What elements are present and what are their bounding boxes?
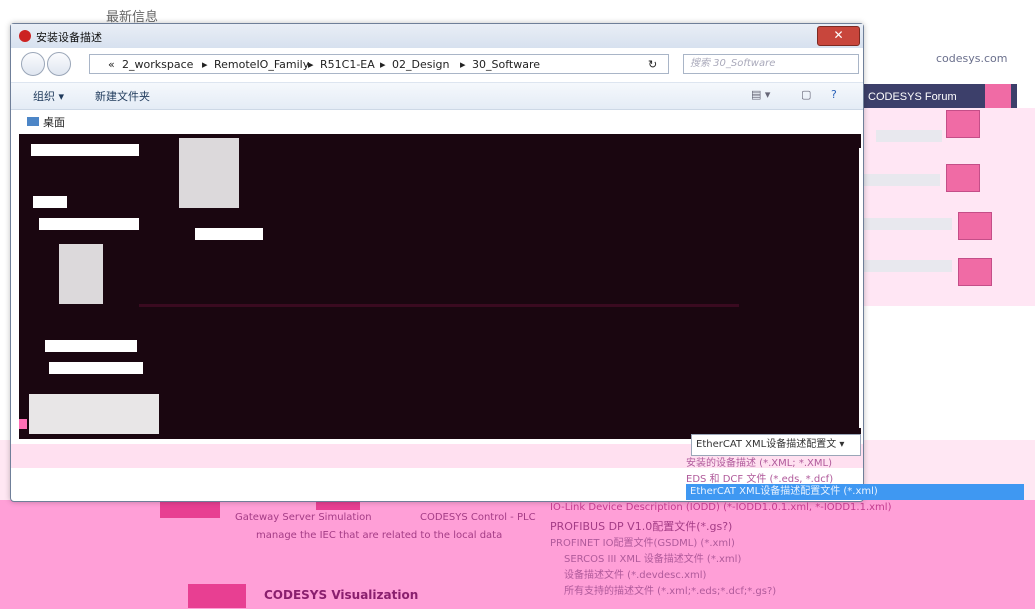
gateway-icon — [160, 502, 220, 518]
dropdown-option[interactable]: PROFIBUS DP V1.0配置文件(*.gs?) — [550, 518, 732, 534]
dropdown-option[interactable]: PROFINET IO配置文件(GSDML) (*.xml) — [550, 534, 735, 549]
visualization-title: CODESYS Visualization — [264, 588, 419, 602]
glitched-label — [876, 130, 942, 142]
glitched-label — [862, 218, 952, 230]
desktop-label: 桌面 — [43, 116, 65, 129]
breadcrumb-item[interactable]: 30_Software — [472, 58, 540, 71]
tile-icon[interactable] — [958, 258, 992, 286]
dropdown-option-selected[interactable]: EtherCAT XML设备描述配置文件 (*.xml) — [686, 484, 1024, 500]
install-device-description-dialog: 安装设备描述 ✕ « 2_workspace ▸ RemoteIO_Family… — [10, 23, 864, 502]
breadcrumb-separator: ▸ — [380, 58, 386, 71]
back-arrow-icon[interactable] — [21, 52, 45, 76]
file-list-pane[interactable] — [19, 134, 861, 439]
dialog-title: 安装设备描述 — [36, 31, 102, 44]
breadcrumb-separator: ▸ — [202, 58, 208, 71]
breadcrumb-overflow[interactable]: « — [108, 58, 115, 71]
app-icon — [19, 30, 31, 42]
glitch-line — [859, 148, 861, 428]
breadcrumb-separator: ▸ — [308, 58, 314, 71]
forward-arrow-icon[interactable] — [47, 52, 71, 76]
codesys-forum-link[interactable]: CODESYS Forum — [864, 84, 1017, 110]
glitch-block — [179, 138, 239, 208]
breadcrumb-separator: ▸ — [460, 58, 466, 71]
address-bar[interactable]: « 2_workspace ▸ RemoteIO_Family ▸ R51C1-… — [89, 54, 669, 74]
new-folder-button[interactable]: 新建文件夹 — [95, 88, 150, 104]
refresh-icon[interactable]: ↻ — [648, 58, 657, 71]
visualization-icon — [188, 584, 246, 608]
glitch-block — [19, 419, 27, 429]
glitch-block — [33, 196, 67, 208]
tile-icon[interactable] — [946, 164, 980, 192]
glitch-line — [139, 304, 739, 307]
dialog-toolbar: 组织 ▾ 新建文件夹 ▤ ▾ ▢ ? — [11, 82, 863, 110]
glitch-block — [29, 394, 159, 434]
breadcrumb-item[interactable]: R51C1-EA — [320, 58, 375, 71]
codesys-site-link[interactable]: codesys.com — [936, 52, 1008, 65]
dropdown-option[interactable]: 所有支持的描述文件 (*.xml;*.eds;*.dcf;*.gs?) — [564, 582, 776, 597]
preview-pane-icon[interactable]: ▢ — [801, 88, 811, 101]
dropdown-option[interactable]: EDS 和 DCF 文件 (*.eds, *.dcf) — [686, 470, 833, 485]
dropdown-option[interactable]: 安装的设备描述 (*.XML; *.XML) — [686, 454, 832, 469]
codesys-side-panel — [850, 108, 1035, 306]
glitch-block — [45, 340, 137, 352]
help-icon[interactable]: ? — [831, 88, 837, 101]
filetype-selected: EtherCAT XML设备描述配置文 ▾ — [696, 439, 845, 450]
organize-button[interactable]: 组织 ▾ — [33, 88, 64, 104]
desktop-icon — [27, 117, 39, 126]
view-options-icon[interactable]: ▤ ▾ — [751, 88, 770, 101]
dropdown-option[interactable]: SERCOS III XML 设备描述文件 (*.xml) — [564, 550, 741, 565]
breadcrumb-item[interactable]: 02_Design — [392, 58, 449, 71]
dropdown-option[interactable]: IO-Link Device Description (IODD) (*-IOD… — [550, 502, 891, 513]
filetype-dropdown: 安装的设备描述 (*.XML; *.XML) EDS 和 DCF 文件 (*.e… — [550, 452, 1026, 597]
breadcrumb-item[interactable]: 2_workspace — [122, 58, 193, 71]
glitched-label — [862, 260, 952, 272]
dialog-titlebar[interactable] — [11, 24, 863, 48]
search-input[interactable]: 搜索 30_Software — [683, 54, 859, 74]
gateway-text: Gateway Server Simulation — [235, 512, 372, 523]
glitch-block — [59, 244, 103, 304]
forum-label: CODESYS Forum — [868, 91, 957, 103]
selected-option-label: EtherCAT XML设备描述配置文件 (*.xml) — [690, 486, 878, 497]
glitch-block — [39, 218, 139, 230]
glitch-block — [49, 362, 143, 374]
breadcrumb-item[interactable]: RemoteIO_Family — [214, 58, 309, 71]
nav-desktop[interactable]: 桌面 — [27, 114, 65, 130]
glitch-block — [195, 228, 263, 240]
manage-text: manage the IEC that are related to the l… — [256, 530, 503, 541]
navigation-bar: « 2_workspace ▸ RemoteIO_Family ▸ R51C1-… — [17, 50, 859, 78]
close-button[interactable]: ✕ — [817, 26, 860, 46]
tile-icon[interactable] — [946, 110, 980, 138]
codesys-control-text: CODESYS Control - PLC — [420, 512, 536, 523]
glitch-block — [31, 144, 139, 156]
dropdown-option[interactable]: 设备描述文件 (*.devdesc.xml) — [564, 566, 706, 581]
tile-icon[interactable] — [958, 212, 992, 240]
chat-icon — [985, 84, 1011, 110]
